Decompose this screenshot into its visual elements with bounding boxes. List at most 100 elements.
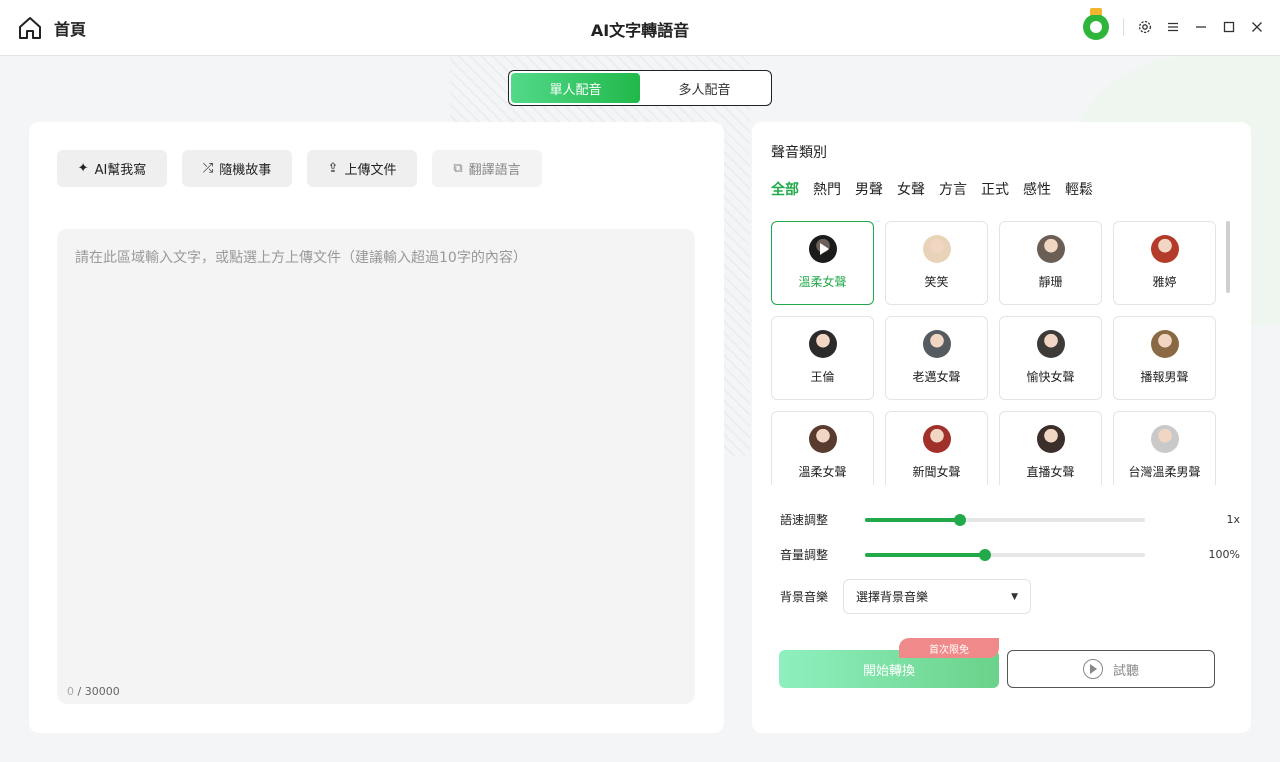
voice-avatar [808,330,837,358]
voice-avatar [1150,235,1179,263]
upload-file-button[interactable]: ⇪ 上傳文件 [307,150,417,187]
speed-slider[interactable] [865,513,1145,526]
category-tab-dialect[interactable]: 方言 [939,179,967,199]
menu-icon[interactable] [1166,20,1180,34]
mode-switch: 單人配音 多人配音 [508,70,772,106]
voice-avatar [1150,330,1179,358]
voice-name: 愉快女聲 [1026,370,1075,384]
voice-avatar [922,330,951,358]
play-circle-icon [1082,659,1103,679]
title-bar: 首頁 AI文字轉語音 [0,0,1280,56]
minimize-icon[interactable] [1194,20,1208,34]
voice-card[interactable]: 靜珊 [999,221,1102,305]
tab-multi-voice[interactable]: 多人配音 [640,73,769,103]
voice-name: 溫柔女聲 [798,465,847,479]
voice-card[interactable]: 台灣溫柔男聲 [1113,411,1216,485]
bgm-select[interactable]: 選擇背景音樂 ▼ [843,579,1031,614]
ai-write-button[interactable]: ✦ AI幫我寫 [57,150,167,187]
voice-name: 直播女聲 [1026,465,1075,479]
speed-slider-knob[interactable] [954,513,967,526]
volume-slider-knob[interactable] [979,548,992,561]
editor-toolbar: ✦ AI幫我寫 ⤮ 隨機故事 ⇪ 上傳文件 ⧉ 翻譯語言 [57,150,542,187]
volume-row: 音量調整 100% [780,546,1240,563]
category-tab-emotional[interactable]: 感性 [1023,179,1051,199]
voice-avatar [1036,330,1065,358]
voice-card[interactable]: 直播女聲 [999,411,1102,485]
category-tab-popular[interactable]: 熱門 [813,179,841,199]
voice-name: 溫柔女聲 [798,275,847,289]
voice-card[interactable]: 王倫 [771,316,874,400]
voice-name: 老邁女聲 [912,370,961,384]
char-counter: 0 / 30000 [67,685,120,698]
play-icon[interactable] [808,235,837,263]
voice-avatar [922,235,951,263]
char-count-current: 0 [67,685,74,698]
shuffle-icon: ⤮ [202,161,214,176]
voice-name: 王倫 [810,370,835,384]
avatar-icon[interactable] [1083,8,1109,40]
voice-grid: 溫柔女聲 笑笑 靜珊 雅婷 王倫 老邁女聲 愉快女聲 播報男聲 溫柔女聲 新聞女聲 直播女聲 台灣溫柔… [771,221,1216,485]
voice-section-title: 聲音類別 [771,145,827,161]
voice-card[interactable]: 雅婷 [1113,221,1216,305]
bgm-selected: 選擇背景音樂 [856,590,929,604]
voice-avatar [1036,425,1065,453]
voice-name: 播報男聲 [1140,370,1189,384]
volume-slider[interactable] [865,548,1145,561]
voice-avatar [808,425,837,453]
voice-avatar [808,235,837,263]
volume-slider-fill [865,552,986,557]
voice-avatar [1036,235,1065,263]
preview-button[interactable]: 試聽 [1007,650,1215,688]
caret-down-icon: ▼ [1011,591,1018,602]
bgm-label: 背景音樂 [780,590,829,604]
category-tab-relaxed[interactable]: 輕鬆 [1065,179,1093,199]
voice-card[interactable]: 播報男聲 [1113,316,1216,400]
upload-icon: ⇪ [327,161,339,176]
voice-avatar [922,425,951,453]
category-tab-formal[interactable]: 正式 [981,179,1009,199]
voice-name: 台灣溫柔男聲 [1128,465,1201,479]
category-tab-male[interactable]: 男聲 [855,179,883,199]
voice-name: 靜珊 [1038,275,1063,289]
translate-icon: ⧉ [453,161,463,176]
voice-card[interactable]: 老邁女聲 [885,316,988,400]
voice-scrollbar[interactable] [1226,221,1230,485]
editor-panel: ✦ AI幫我寫 ⤮ 隨機故事 ⇪ 上傳文件 ⧉ 翻譯語言 0 / 30000 [29,122,724,733]
char-count-max: / 30000 [74,685,120,698]
preview-label: 試聽 [1112,663,1139,679]
voice-card[interactable]: 愉快女聲 [999,316,1102,400]
gear-icon[interactable] [1138,20,1152,34]
free-badge: 首次限免 [899,638,999,658]
translate-button[interactable]: ⧉ 翻譯語言 [432,150,542,187]
text-input[interactable] [75,247,677,647]
voice-card[interactable]: 笑笑 [885,221,988,305]
category-tab-female[interactable]: 女聲 [897,179,925,199]
voice-name: 笑笑 [924,275,949,289]
voice-panel: 聲音類別 全部 熱門 男聲 女聲 方言 正式 感性 輕鬆 溫柔女聲 笑笑 靜珊 雅婷王… [752,122,1251,733]
text-input-area: 0 / 30000 [57,229,695,704]
voice-card[interactable]: 溫柔女聲 [771,221,874,305]
voice-card[interactable]: 溫柔女聲 [771,411,874,485]
random-story-label: 隨機故事 [219,163,272,178]
close-icon[interactable] [1250,20,1264,34]
speed-value: 1x [1226,513,1240,526]
magic-icon: ✦ [77,161,89,176]
tab-single-voice[interactable]: 單人配音 [511,73,640,103]
volume-value: 100% [1208,548,1240,561]
maximize-icon[interactable] [1222,20,1236,34]
voice-avatar [1150,425,1179,453]
category-tab-all[interactable]: 全部 [771,179,799,199]
voice-scrollbar-thumb[interactable] [1226,221,1230,293]
speed-slider-fill [865,517,961,522]
volume-label: 音量調整 [780,548,829,562]
voice-name: 新聞女聲 [912,465,961,479]
voice-name: 雅婷 [1152,275,1177,289]
start-convert-label: 開始轉換 [862,663,915,679]
voice-card[interactable]: 新聞女聲 [885,411,988,485]
speed-row: 語速調整 1x [780,511,1240,528]
speed-label: 語速調整 [780,513,829,527]
random-story-button[interactable]: ⤮ 隨機故事 [182,150,292,187]
upload-file-label: 上傳文件 [344,163,397,178]
ai-write-label: AI幫我寫 [94,163,147,178]
window-controls [1083,8,1264,40]
